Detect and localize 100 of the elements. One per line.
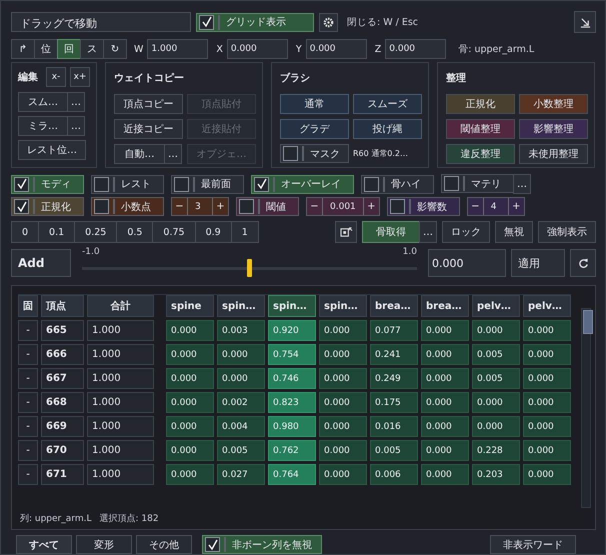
weight-cell[interactable]: 0.000 — [523, 392, 571, 413]
weight-cell[interactable]: 0.249 — [370, 368, 418, 389]
view-toggle[interactable]: マテリ — [441, 174, 514, 193]
option-toggle[interactable]: 正規化 — [11, 197, 84, 216]
copy-button[interactable]: 頂点コピー — [114, 94, 183, 114]
view-toggle[interactable]: 最前面 — [171, 174, 244, 194]
weight-cell[interactable]: 0.000 — [523, 344, 571, 365]
lock-cell[interactable]: - — [18, 392, 38, 413]
column-header[interactable]: 頂点 — [41, 295, 84, 317]
more-button[interactable]: … — [513, 174, 531, 194]
preset-button[interactable]: 1 — [230, 221, 259, 243]
decrement-button[interactable]: − — [307, 198, 323, 215]
weight-cell[interactable]: 0.000 — [217, 344, 265, 365]
mode-tab[interactable]: ス — [80, 39, 104, 59]
edit-button[interactable]: スム… — [18, 92, 68, 112]
bone-action-button[interactable]: 無視 — [495, 221, 533, 243]
weight-cell[interactable]: 0.000 — [319, 320, 367, 341]
hidden-words-button[interactable]: 非表示ワード — [490, 535, 576, 554]
weight-cell[interactable]: 0.000 — [166, 416, 214, 437]
weight-cell[interactable]: 0.754 — [268, 344, 316, 365]
cleanup-button[interactable]: 違反整理 — [446, 144, 515, 164]
cleanup-button[interactable]: 小数整理 — [519, 94, 588, 114]
column-header[interactable]: spin… — [217, 295, 265, 317]
weight-cell[interactable]: 0.027 — [217, 464, 265, 485]
more-button[interactable]: … — [67, 92, 85, 112]
weight-cell[interactable]: 0.000 — [166, 320, 214, 341]
weight-cell[interactable]: 0.000 — [472, 416, 520, 437]
weight-cell[interactable]: 0.000 — [472, 392, 520, 413]
checkbox[interactable] — [14, 176, 29, 192]
decrement-button[interactable]: − — [172, 198, 188, 215]
collapse-button[interactable] — [574, 11, 596, 33]
edit-button[interactable]: ミラ… — [18, 116, 68, 136]
view-toggle[interactable]: オーバーレイ — [251, 174, 354, 194]
weight-cell[interactable]: 0.000 — [421, 344, 469, 365]
brush-mode-button[interactable]: 通常 — [280, 94, 349, 114]
value-field[interactable]: 0.000 — [385, 39, 446, 59]
column-header[interactable]: 合計 — [87, 295, 154, 317]
column-header[interactable]: spin… — [268, 295, 316, 317]
weight-cell[interactable]: 0.000 — [319, 440, 367, 461]
weight-cell[interactable]: 0.005 — [472, 368, 520, 389]
checkbox[interactable] — [14, 199, 29, 214]
weight-cell[interactable]: 0.823 — [268, 392, 316, 413]
weight-cell[interactable]: 0.005 — [370, 440, 418, 461]
filter-tab[interactable]: 変形 — [76, 535, 132, 554]
weight-cell[interactable]: 0.175 — [370, 392, 418, 413]
axis-button[interactable]: x+ — [70, 67, 90, 87]
copy-button[interactable]: 自動… — [114, 144, 165, 164]
bone-action-button[interactable]: ロック — [442, 221, 490, 243]
weight-cell[interactable]: 0.228 — [472, 440, 520, 461]
checkbox[interactable] — [364, 176, 379, 192]
weight-cell[interactable]: 0.016 — [370, 416, 418, 437]
column-header[interactable]: spin… — [319, 295, 367, 317]
weight-cell[interactable]: 0.000 — [421, 464, 469, 485]
view-toggle[interactable]: 骨ハイ — [361, 174, 434, 194]
checkbox[interactable] — [205, 537, 220, 552]
fetch-bone-button[interactable]: 骨取得 — [362, 221, 420, 243]
weight-cell[interactable]: 0.000 — [217, 368, 265, 389]
brush-mode-button[interactable]: スムーズ — [353, 94, 422, 114]
bone-action-button[interactable]: 強制表示 — [538, 221, 596, 243]
stepper-value[interactable]: 0.001 — [323, 198, 363, 215]
weight-cell[interactable]: 0.000 — [166, 368, 214, 389]
edit-button[interactable]: レスト位… — [18, 140, 86, 160]
grid-toggle[interactable]: グリッド表示 — [196, 12, 314, 32]
more-button[interactable]: … — [67, 116, 85, 136]
ignore-toggle[interactable]: 非ボーン列を無視 — [202, 535, 322, 554]
mode-tab[interactable]: 回 — [57, 39, 81, 59]
preset-button[interactable]: 0.5 — [116, 221, 154, 243]
settings-button[interactable] — [319, 12, 338, 32]
value-field[interactable]: 0.000 — [306, 39, 367, 59]
checkbox[interactable] — [94, 176, 109, 192]
filter-tab[interactable]: その他 — [136, 535, 192, 554]
checkbox[interactable] — [254, 176, 269, 192]
column-header[interactable]: brea… — [421, 295, 469, 317]
weight-cell[interactable]: 0.203 — [472, 464, 520, 485]
weight-cell[interactable]: 0.005 — [472, 344, 520, 365]
value-field[interactable]: 0.000 — [226, 39, 288, 59]
mode-tab[interactable]: ↻ — [103, 39, 127, 59]
value-field[interactable]: 0.000 — [428, 249, 506, 277]
stepper-value[interactable]: 4 — [484, 198, 508, 215]
weight-cell[interactable]: 0.000 — [472, 320, 520, 341]
checkbox[interactable] — [283, 146, 298, 161]
weight-cell[interactable]: 0.003 — [217, 320, 265, 341]
weight-cell[interactable]: 0.764 — [268, 464, 316, 485]
slider-thumb[interactable] — [246, 259, 252, 277]
view-toggle[interactable]: レスト — [91, 174, 164, 194]
weight-cell[interactable]: 0.006 — [370, 464, 418, 485]
cleanup-button[interactable]: 未使用整理 — [519, 144, 588, 164]
column-header[interactable]: spine — [166, 295, 214, 317]
weight-cell[interactable]: 0.000 — [523, 416, 571, 437]
preset-button[interactable]: 0.25 — [74, 221, 118, 243]
pick-button[interactable] — [335, 221, 357, 243]
weight-cell[interactable]: 0.000 — [421, 392, 469, 413]
weight-cell[interactable]: 0.000 — [166, 392, 214, 413]
lock-cell[interactable]: - — [18, 368, 38, 389]
weight-cell[interactable]: 0.920 — [268, 320, 316, 341]
column-header[interactable]: pelv… — [523, 295, 571, 317]
weight-cell[interactable]: 0.000 — [319, 464, 367, 485]
stepper-value[interactable]: 3 — [188, 198, 212, 215]
checkbox[interactable] — [390, 199, 405, 214]
weight-cell[interactable]: 0.746 — [268, 368, 316, 389]
